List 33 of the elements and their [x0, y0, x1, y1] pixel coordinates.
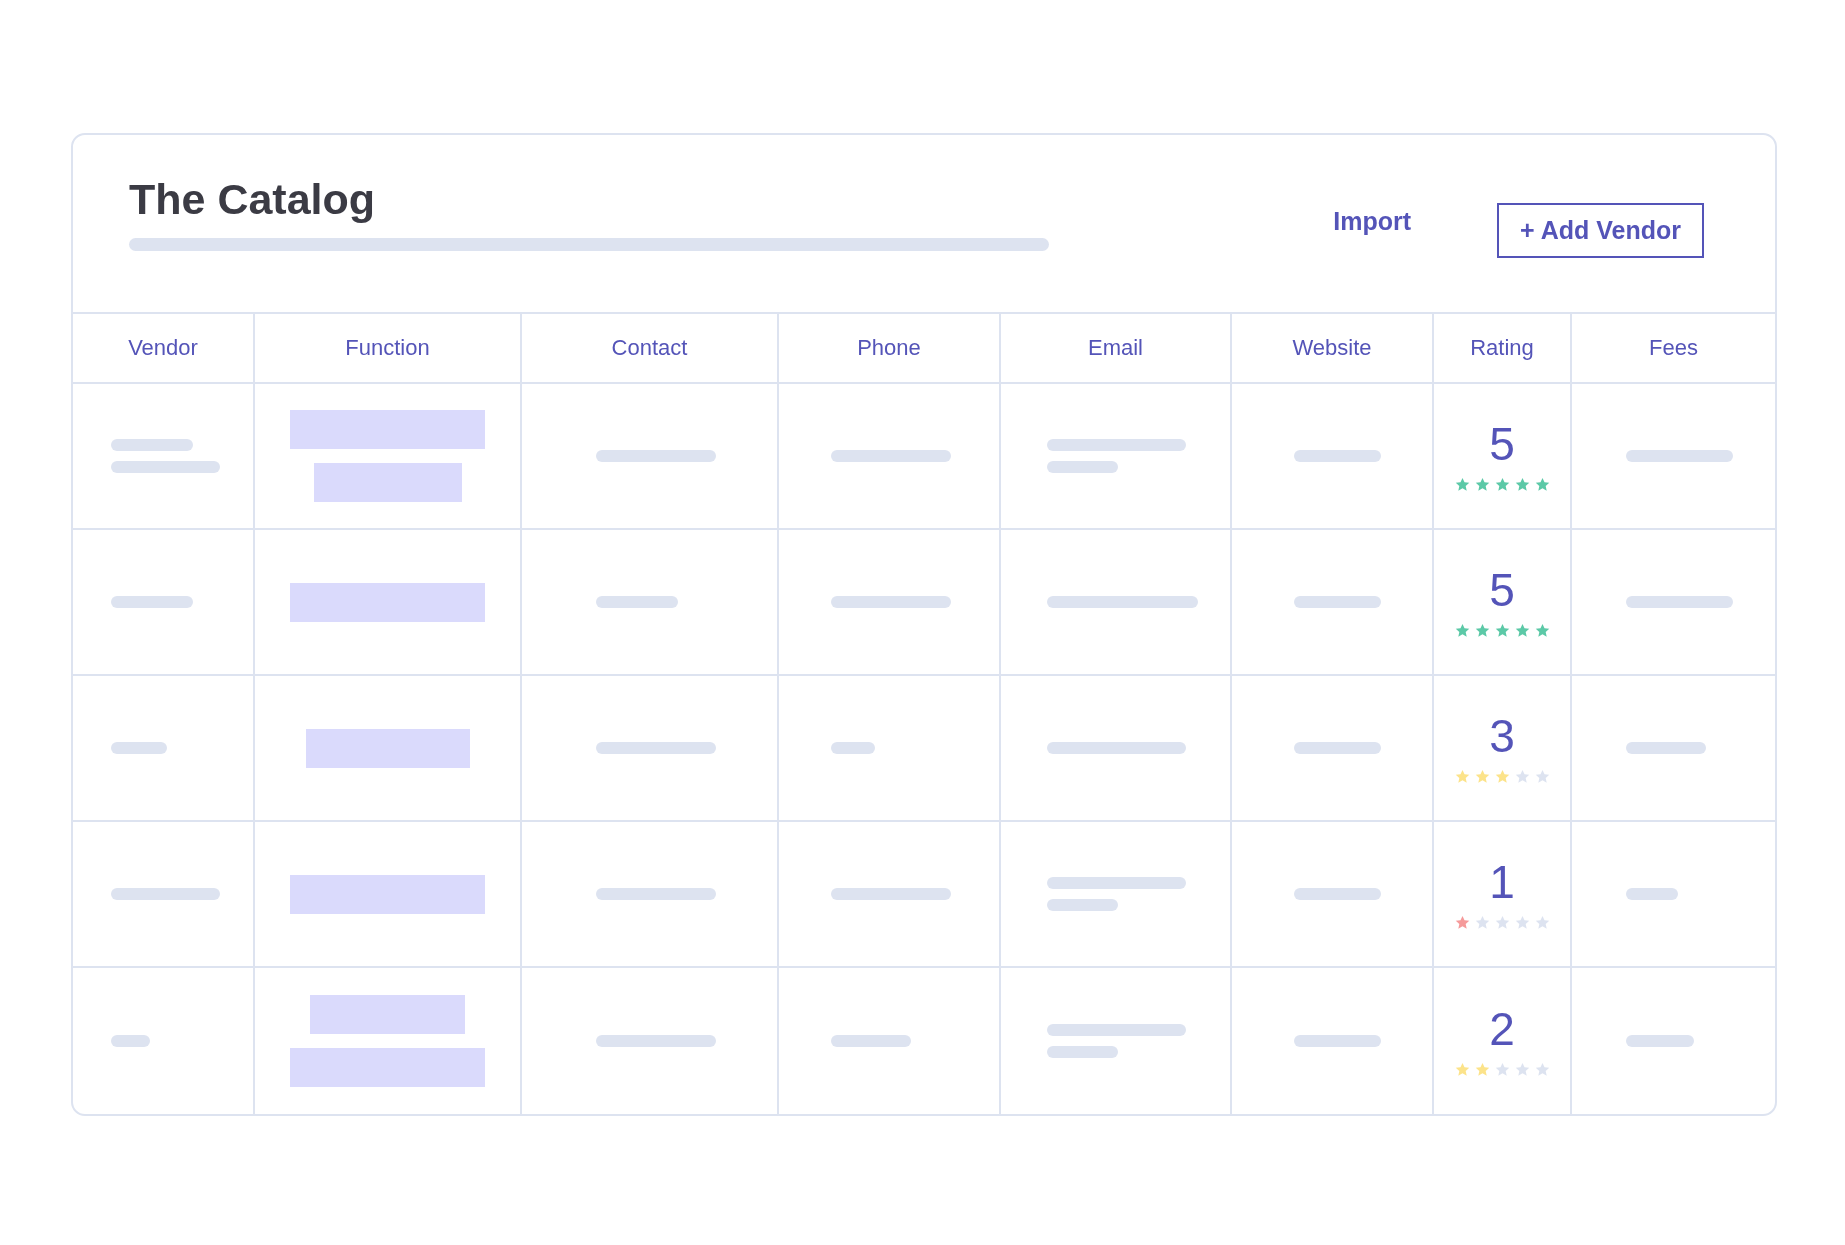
column-header: Phone	[857, 335, 921, 361]
star-icon	[1474, 914, 1490, 930]
placeholder-line	[111, 742, 167, 754]
column-header: Website	[1292, 335, 1372, 361]
rating-value: 5	[1489, 420, 1515, 467]
column-header: Email	[1088, 335, 1143, 361]
placeholder-line	[111, 1035, 150, 1047]
catalog-title: The Catalog	[129, 175, 377, 224]
column-header: Fees	[1649, 335, 1698, 361]
star-icon	[1514, 914, 1530, 930]
star-icon	[1534, 914, 1550, 930]
placeholder-line	[1626, 888, 1678, 900]
placeholder-line	[1626, 1035, 1694, 1047]
placeholder-line	[831, 742, 875, 754]
star-icon	[1494, 1061, 1510, 1077]
add-vendor-button[interactable]: + Add Vendor	[1497, 203, 1704, 258]
column-header: Vendor	[128, 335, 198, 361]
column-header: Function	[345, 335, 430, 361]
star-icon	[1494, 914, 1510, 930]
rating-value: 1	[1489, 858, 1515, 905]
star-icon	[1514, 768, 1530, 784]
placeholder-line	[1047, 899, 1118, 911]
column-header: Rating	[1470, 335, 1534, 361]
column-header: Contact	[611, 335, 688, 361]
star-icon	[1514, 1061, 1530, 1077]
star-icon	[1534, 1061, 1550, 1077]
rating-value: 3	[1489, 712, 1515, 759]
placeholder-line	[1047, 461, 1118, 473]
star-icon	[1534, 768, 1550, 784]
rating-value: 2	[1489, 1005, 1515, 1052]
placeholder-line	[1047, 1046, 1118, 1058]
rating-value: 5	[1489, 566, 1515, 613]
import-button[interactable]: Import	[1329, 203, 1415, 240]
